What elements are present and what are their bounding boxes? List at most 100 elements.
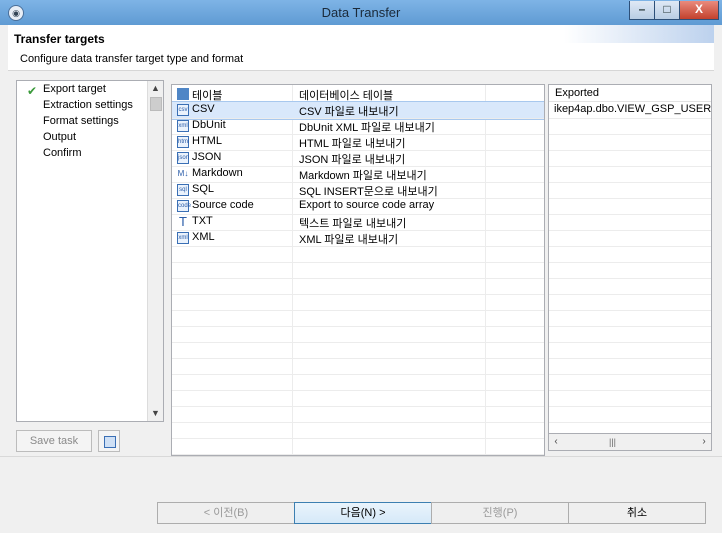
row-description: XML 파일로 내보내기 bbox=[299, 234, 399, 246]
back-button[interactable]: < 이전(B) bbox=[157, 502, 295, 524]
close-button[interactable]: X bbox=[679, 1, 719, 20]
table-row-html[interactable]: html HTML HTML 파일로 내보내기 bbox=[172, 134, 544, 151]
table-row-header[interactable]: 테이블 데이터베이스 테이블 bbox=[172, 86, 544, 103]
source-code-icon: code bbox=[177, 200, 191, 212]
nav-item-format-settings[interactable]: Format settings bbox=[43, 115, 119, 127]
row-name: Source code bbox=[192, 199, 254, 211]
exported-row-empty bbox=[549, 374, 711, 391]
row-description: 데이터베이스 테이블 bbox=[299, 90, 394, 102]
table-row-empty bbox=[172, 422, 544, 439]
task-config-button[interactable] bbox=[98, 430, 120, 452]
exported-row-empty bbox=[549, 310, 711, 327]
title-bar: ◉ Data Transfer – □ X bbox=[0, 0, 722, 25]
exported-row-empty bbox=[549, 182, 711, 199]
exported-panel: Exported ikep4ap.dbo.VIEW_GSP_USER bbox=[548, 84, 712, 451]
wizard-header: Transfer targets Configure data transfer… bbox=[8, 25, 714, 71]
row-description: JSON 파일로 내보내기 bbox=[299, 154, 406, 166]
table-row-empty bbox=[172, 406, 544, 423]
exported-row-empty bbox=[549, 150, 711, 167]
exported-row-empty bbox=[549, 294, 711, 311]
exported-row-empty bbox=[549, 134, 711, 151]
table-row-dbunit[interactable]: xml DbUnit DbUnit XML 파일로 내보내기 bbox=[172, 118, 544, 135]
row-description: CSV 파일로 내보내기 bbox=[299, 106, 399, 118]
sql-icon: sql bbox=[177, 184, 189, 196]
window-title: Data Transfer bbox=[321, 5, 401, 20]
format-table: 테이블 데이터베이스 테이블 csv CSV CSV 파일로 내보내기 xml … bbox=[171, 84, 545, 456]
nav-item-output[interactable]: Output bbox=[43, 131, 76, 143]
exported-item: ikep4ap.dbo.VIEW_GSP_USER bbox=[554, 103, 711, 115]
table-row-empty bbox=[172, 358, 544, 375]
dbunit-icon: xml bbox=[177, 120, 189, 132]
row-description: Markdown 파일로 내보내기 bbox=[299, 170, 427, 182]
exported-header: Exported bbox=[549, 85, 711, 102]
save-task-button[interactable]: Save task bbox=[16, 430, 92, 452]
exported-row-empty bbox=[549, 342, 711, 359]
row-name: JSON bbox=[192, 151, 222, 163]
exported-row-empty bbox=[549, 246, 711, 263]
table-row-markdown[interactable]: M↓ Markdown Markdown 파일로 내보내기 bbox=[172, 166, 544, 183]
row-name: 테이블 bbox=[192, 90, 223, 102]
exported-row-empty bbox=[549, 326, 711, 343]
row-name: CSV bbox=[192, 103, 215, 115]
table-row-source-code[interactable]: code Source code Export to source code a… bbox=[172, 198, 544, 215]
table-row-empty bbox=[172, 294, 544, 311]
table-row-empty bbox=[172, 390, 544, 407]
exported-row-empty bbox=[549, 390, 711, 407]
exported-row-empty bbox=[549, 198, 711, 215]
table-row-empty bbox=[172, 246, 544, 263]
row-name: TXT bbox=[192, 215, 213, 227]
exported-row[interactable]: ikep4ap.dbo.VIEW_GSP_USER bbox=[549, 102, 711, 119]
row-description: DbUnit XML 파일로 내보내기 bbox=[299, 122, 435, 134]
exported-row-empty bbox=[549, 166, 711, 183]
nav-item-export-target[interactable]: Export target bbox=[43, 83, 106, 95]
html-icon: html bbox=[177, 136, 189, 148]
check-icon: ✔ bbox=[27, 84, 38, 98]
row-name: Markdown bbox=[192, 167, 243, 179]
header-banner bbox=[564, 25, 714, 43]
exported-row-empty bbox=[549, 262, 711, 279]
page-subtitle: Configure data transfer target type and … bbox=[20, 53, 244, 65]
scroll-left-icon[interactable]: ‹ bbox=[549, 434, 563, 450]
maximize-button[interactable]: □ bbox=[654, 1, 680, 20]
exported-row-empty bbox=[549, 230, 711, 247]
nav-item-extraction-settings[interactable]: Extraction settings bbox=[43, 99, 133, 111]
next-button[interactable]: 다음(N) > bbox=[294, 502, 432, 524]
exported-row-empty bbox=[549, 358, 711, 375]
minimize-button[interactable]: – bbox=[629, 1, 655, 20]
table-row-empty bbox=[172, 262, 544, 279]
table-row-json[interactable]: json JSON JSON 파일로 내보내기 bbox=[172, 150, 544, 167]
table-row-xml[interactable]: xml XML XML 파일로 내보내기 bbox=[172, 230, 544, 247]
scroll-thumb[interactable]: ||| bbox=[609, 437, 616, 447]
row-name: DbUnit bbox=[192, 119, 226, 131]
table-icon bbox=[177, 88, 189, 100]
table-row-txt[interactable]: T TXT 텍스트 파일로 내보내기 bbox=[172, 214, 544, 231]
scroll-thumb[interactable] bbox=[150, 97, 162, 111]
exported-row-empty bbox=[549, 214, 711, 231]
row-description: 텍스트 파일로 내보내기 bbox=[299, 218, 407, 230]
nav-scrollbar[interactable]: ▲ ▼ bbox=[147, 81, 163, 421]
exported-row-empty bbox=[549, 406, 711, 423]
scroll-up-icon[interactable]: ▲ bbox=[148, 81, 163, 96]
cancel-button[interactable]: 취소 bbox=[568, 502, 706, 524]
exported-hscrollbar[interactable]: ‹ ||| › bbox=[548, 433, 712, 451]
exported-item-label: ikep4ap.dbo.VIEW_GSP_USER bbox=[554, 103, 712, 115]
table-row-csv[interactable]: csv CSV CSV 파일로 내보내기 bbox=[172, 101, 544, 120]
exported-row-empty bbox=[549, 118, 711, 135]
row-description: Export to source code array bbox=[299, 199, 435, 211]
row-name: HTML bbox=[192, 135, 222, 147]
table-row-empty bbox=[172, 438, 544, 455]
nav-item-confirm[interactable]: Confirm bbox=[43, 147, 82, 159]
row-name: XML bbox=[192, 231, 215, 243]
row-name: SQL bbox=[192, 183, 215, 195]
row-description: SQL INSERT문으로 내보내기 bbox=[299, 186, 438, 198]
xml-icon: xml bbox=[177, 232, 189, 244]
table-row-empty bbox=[172, 342, 544, 359]
row-description: HTML 파일로 내보내기 bbox=[299, 138, 406, 150]
table-row-sql[interactable]: sql SQL SQL INSERT문으로 내보내기 bbox=[172, 182, 544, 199]
proceed-button[interactable]: 진행(P) bbox=[431, 502, 569, 524]
scroll-right-icon[interactable]: › bbox=[697, 434, 711, 450]
table-row-empty bbox=[172, 326, 544, 343]
csv-icon: csv bbox=[177, 104, 189, 116]
scroll-down-icon[interactable]: ▼ bbox=[148, 406, 163, 421]
table-row-empty bbox=[172, 278, 544, 295]
